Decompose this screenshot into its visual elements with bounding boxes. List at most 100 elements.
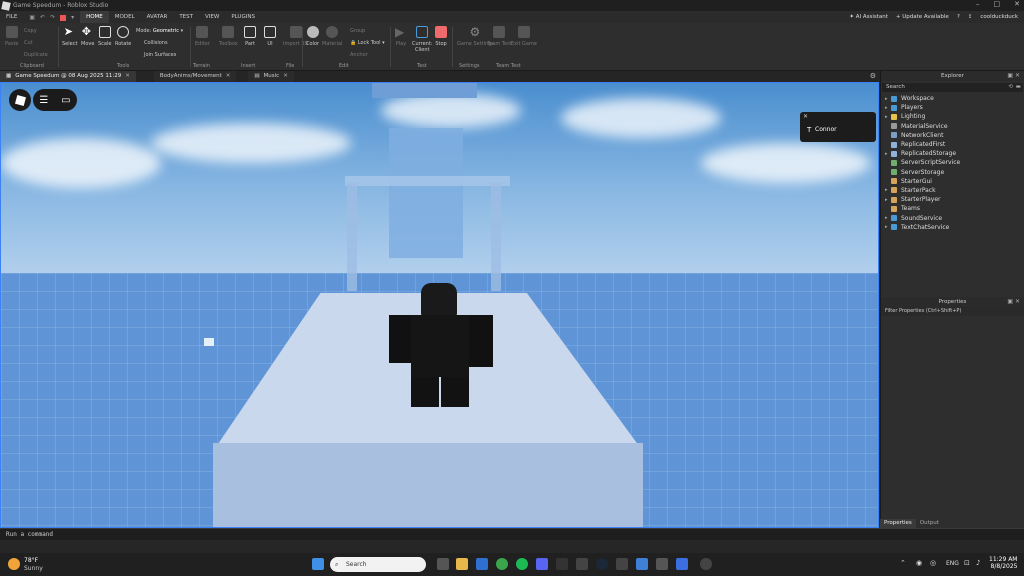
rotate-button[interactable]: Rotate <box>115 26 131 47</box>
collapse-icon[interactable]: ▬ <box>1016 83 1021 92</box>
team-test-button[interactable]: Team Test <box>487 26 512 47</box>
maximize-button[interactable]: □ <box>994 0 1001 8</box>
network-icon[interactable]: ⊡ <box>964 559 970 567</box>
weather-icon[interactable] <box>8 558 20 570</box>
chat-icon[interactable]: ▭ <box>61 95 70 106</box>
explorer-item[interactable]: ▸ SoundService <box>881 213 1024 222</box>
explorer-item[interactable]: ▸ Players <box>881 103 1024 112</box>
part-button[interactable]: Part <box>244 26 256 47</box>
beam[interactable] <box>345 176 510 186</box>
tab-properties[interactable]: Properties <box>880 519 916 528</box>
small-block[interactable] <box>204 338 214 346</box>
app-icon[interactable] <box>616 558 628 570</box>
toolbox-button[interactable]: Toolbox <box>219 26 238 47</box>
paste-button[interactable]: Paste <box>5 26 19 47</box>
copy-button[interactable]: Copy <box>24 28 37 34</box>
app-icon[interactable] <box>656 558 668 570</box>
task-view-icon[interactable] <box>437 558 449 570</box>
tab-output[interactable]: Output <box>916 519 943 528</box>
duplicate-button[interactable]: Duplicate <box>24 52 48 58</box>
tab-avatar[interactable]: AVATAR <box>141 11 174 23</box>
minimize-button[interactable]: – <box>976 0 980 8</box>
menu-file[interactable]: FILE <box>0 11 23 23</box>
file-explorer-icon[interactable] <box>456 558 468 570</box>
browser-icon[interactable] <box>476 558 488 570</box>
history-icon[interactable]: ⟲ <box>1008 83 1013 92</box>
tray-chevron-icon[interactable]: ⌃ <box>900 559 906 567</box>
close-icon[interactable]: ✕ <box>803 113 808 120</box>
tab-game[interactable]: ▦ Game Speedum @ 08 Aug 2025 11:29 ✕ <box>0 71 136 82</box>
group-button[interactable]: Group <box>350 28 365 34</box>
spotify-icon[interactable] <box>516 558 528 570</box>
hamburger-icon[interactable]: ☰ <box>39 95 48 106</box>
update-button[interactable]: + Update Available <box>896 14 949 20</box>
scale-button[interactable]: Scale <box>98 26 111 47</box>
avatar-right-arm[interactable] <box>469 315 493 367</box>
pillar-right[interactable] <box>491 183 501 291</box>
ai-assistant-button[interactable]: ✦ AI Assistant <box>849 14 888 20</box>
record-icon[interactable] <box>60 14 67 21</box>
cut-button[interactable]: Cut <box>24 40 33 46</box>
explorer-item[interactable]: Teams <box>881 204 1024 213</box>
app-icon[interactable] <box>700 558 712 570</box>
current-client-button[interactable]: Current: Client <box>412 26 432 53</box>
explorer-item[interactable]: StarterGui <box>881 177 1024 186</box>
dropdown-icon[interactable]: ▾ <box>71 14 74 21</box>
roblox-menu-button[interactable] <box>9 89 31 111</box>
tab-view[interactable]: VIEW <box>199 11 225 23</box>
explorer-item[interactable]: ▸ StarterPlayer <box>881 195 1024 204</box>
properties-filter[interactable]: Filter Properties (Ctrl+Shift+P) <box>881 307 1024 316</box>
tray-app-icon[interactable]: ◉ <box>916 559 922 567</box>
clock[interactable]: 11:29 AM 8/8/2025 <box>989 556 1017 570</box>
move-button[interactable]: ✥ Move <box>81 26 94 48</box>
tray-app-icon[interactable]: ◎ <box>930 559 936 567</box>
tab-bodyanims[interactable]: BodyAnims/Movement ✕ <box>153 71 237 82</box>
command-bar[interactable]: Run a command <box>0 528 1024 540</box>
explorer-item[interactable]: ▸ Lighting <box>881 112 1024 121</box>
start-icon[interactable] <box>312 558 324 570</box>
avatar-torso[interactable] <box>411 315 469 377</box>
material-button[interactable]: Material <box>322 26 342 47</box>
lock-tool-button[interactable]: 🔒 Lock Tool ▾ <box>350 40 385 46</box>
username[interactable]: coolduckduck <box>980 14 1018 20</box>
tab-test[interactable]: TEST <box>173 11 199 23</box>
tab-music[interactable]: ▤ Music ✕ <box>248 71 294 82</box>
avatar-left-arm[interactable] <box>389 315 411 363</box>
avatar-left-leg[interactable] <box>411 377 439 407</box>
top-block[interactable] <box>372 83 477 98</box>
discord-icon[interactable] <box>536 558 548 570</box>
steam-icon[interactable] <box>596 558 608 570</box>
explorer-item[interactable]: ReplicatedFirst <box>881 140 1024 149</box>
exit-game-button[interactable]: Exit Game <box>511 26 537 47</box>
anchor-button[interactable]: Anchor <box>350 52 368 58</box>
explorer-item[interactable]: ▸ TextChatService <box>881 223 1024 232</box>
chrome-icon[interactable] <box>496 558 508 570</box>
tab-home[interactable]: HOME <box>80 11 109 23</box>
language-indicator[interactable]: ENG <box>946 560 959 567</box>
import-3d-button[interactable]: Import 3D <box>283 26 308 47</box>
mode-selector[interactable]: Mode: Geometric ▾ <box>136 28 183 34</box>
player-card[interactable]: ✕ 𝖳 Connor <box>800 112 876 142</box>
app-icon[interactable] <box>576 558 588 570</box>
panel-controls[interactable]: ▣ ✕ <box>1007 297 1020 307</box>
close-window-button[interactable]: ✕ <box>1014 0 1020 8</box>
stop-button[interactable]: Stop <box>435 26 447 47</box>
volume-icon[interactable]: ♪ <box>976 559 980 567</box>
color-button[interactable]: Color <box>306 26 319 47</box>
ui-button[interactable]: UI <box>264 26 276 47</box>
close-icon[interactable]: ✕ <box>283 71 288 82</box>
terrain-editor-button[interactable]: Editor <box>195 26 210 47</box>
share-icon[interactable]: ⇪ <box>968 14 973 20</box>
app-icon[interactable] <box>636 558 648 570</box>
collisions-toggle[interactable]: Collisions <box>144 40 168 46</box>
explorer-item[interactable]: ▸ StarterPack <box>881 186 1024 195</box>
tab-plugins[interactable]: PLUGINS <box>225 11 261 23</box>
undo-icon[interactable]: ↶ <box>40 14 45 21</box>
tab-model[interactable]: MODEL <box>109 11 141 23</box>
explorer-item[interactable]: NetworkClient <box>881 131 1024 140</box>
play-button[interactable]: ▶ Play <box>395 26 407 47</box>
settings-gear-icon[interactable]: ⚙ <box>870 72 876 80</box>
3d-viewport[interactable]: ☰ ▭ ✕ 𝖳 Connor <box>0 82 879 528</box>
avatar-right-leg[interactable] <box>441 377 469 407</box>
back-wall[interactable] <box>389 128 463 258</box>
